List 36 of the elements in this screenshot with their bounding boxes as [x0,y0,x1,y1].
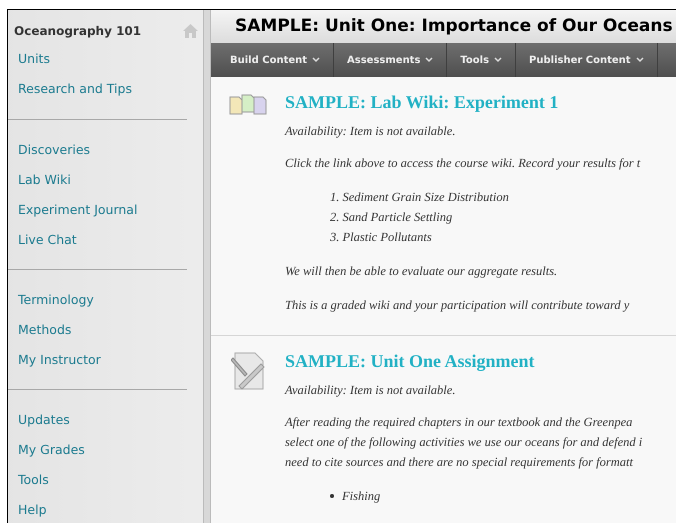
list-item: 3. Plastic Pollutants [330,229,433,246]
sidebar-link[interactable]: My Instructor [8,345,203,375]
bullet-icon [330,494,334,498]
sidebar-splitter[interactable] [203,10,211,523]
list-item: 2. Sand Particle Settling [330,209,454,226]
sidebar-link[interactable]: Live Chat [8,225,203,255]
availability-text: Availability: Item is not available. [285,123,456,139]
sidebar-link[interactable]: Experiment Journal [8,195,203,225]
sidebar-link[interactable]: Tools [8,465,203,495]
availability-text: Availability: Item is not available. [285,382,456,398]
sidebar-link[interactable]: Help [8,495,203,523]
chevron-down-icon [494,57,502,63]
sidebar-link[interactable]: Updates [8,405,203,435]
home-icon[interactable] [183,24,198,38]
sidebar-link[interactable]: Units [8,44,203,74]
sidebar-link[interactable]: Lab Wiki [8,165,203,195]
paragraph: We will then be able to evaluate our aggregate results. [285,263,558,280]
chevron-down-icon [425,57,434,63]
sidebar-link[interactable]: Methods [8,315,203,345]
paragraph: This is a graded wiki and your participation will contribute toward y [285,297,630,314]
list-item: Fishing [342,488,380,505]
sidebar-link[interactable]: Research and Tips [8,74,203,104]
paragraph: Click the link above to access the course wiki. Record your results for t [285,155,640,172]
course-title: Oceanography 101 [14,23,142,40]
sidebar-link[interactable]: Terminology [8,285,203,315]
chevron-down-icon [312,57,320,63]
page-title: SAMPLE: Unit One: Importance of Our Oceans [235,14,673,38]
list-item: 1. Sediment Grain Size Distribution [330,189,510,206]
pages-icon [229,93,267,117]
sidebar-link[interactable]: My Grades [8,435,203,465]
document-pencil-icon [231,352,265,390]
sidebar-link[interactable]: Discoveries [8,135,203,165]
item-title-link[interactable]: SAMPLE: Unit One Assignment [285,350,642,372]
item-title-link[interactable]: SAMPLE: Lab Wiki: Experiment 1 [285,91,640,113]
chevron-down-icon [636,57,644,63]
paragraph: After reading the required chapters in our textbook and the Greenpea select one of the following activities we use our oceans for and defend i need to cite sources and there are no special requirements for formatt [285,414,642,471]
